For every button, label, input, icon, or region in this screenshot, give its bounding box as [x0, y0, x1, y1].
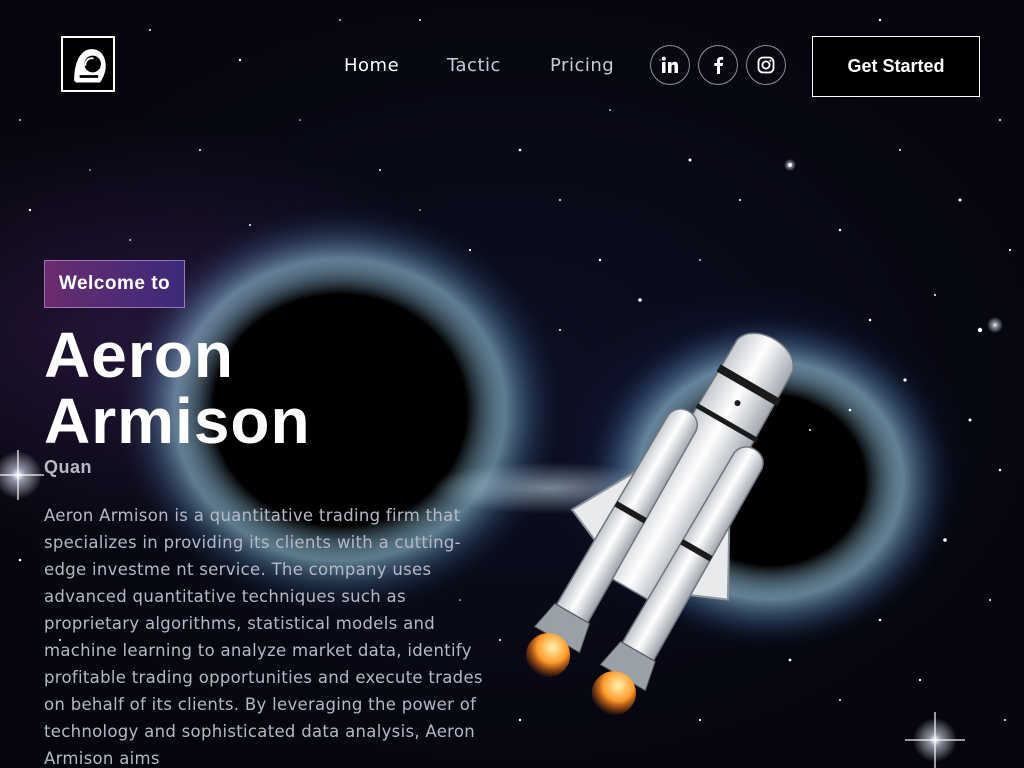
linkedin-button[interactable]	[650, 45, 690, 85]
hero-description: Aeron Armison is a quantitative trading …	[44, 506, 483, 768]
facebook-icon	[714, 56, 724, 74]
nav-tactic[interactable]: Tactic	[447, 55, 501, 76]
nav-pricing[interactable]: Pricing	[550, 55, 614, 76]
page: Home Tactic Pricing Get Started Welcome …	[0, 0, 1024, 768]
instagram-button[interactable]	[746, 45, 786, 85]
hero-title: Aeron Armison	[44, 322, 444, 454]
linkedin-icon	[661, 56, 678, 73]
welcome-badge: Welcome to	[44, 260, 185, 308]
rocket-illustration	[526, 332, 795, 716]
facebook-button[interactable]	[698, 45, 738, 85]
hero-subtitle: Quan	[44, 457, 93, 477]
get-started-button[interactable]: Get Started	[812, 36, 980, 97]
hero-title-line1: Aeron	[44, 319, 234, 391]
instagram-icon	[757, 56, 775, 74]
nav-home[interactable]: Home	[344, 55, 399, 76]
hero-title-line2: Armison	[44, 385, 311, 457]
logo[interactable]	[61, 36, 115, 92]
astronaut-helmet-icon	[63, 38, 113, 90]
